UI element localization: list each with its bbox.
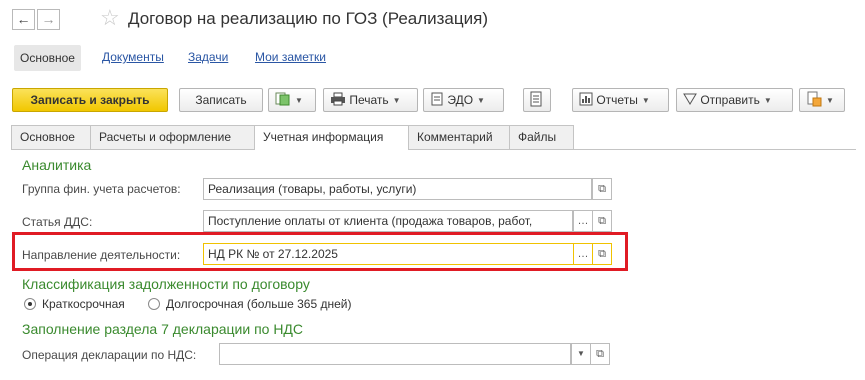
fin-group-label: Группа фин. учета расчетов: <box>22 182 181 196</box>
open-icon[interactable]: ⧉ <box>592 210 612 232</box>
arrow-right-icon: → <box>41 11 56 27</box>
more-actions-button[interactable]: ▼ <box>799 88 845 112</box>
open-icon[interactable]: ⧉ <box>590 343 610 365</box>
document-green-icon <box>275 92 290 106</box>
chevron-down-icon: ▼ <box>295 96 303 105</box>
section-tasks[interactable]: Задачи <box>188 50 228 64</box>
debt-classification-header: Классификация задолженности по договору <box>22 276 310 292</box>
document-orange-icon <box>807 91 822 107</box>
dds-label: Статья ДДС: <box>22 215 93 229</box>
vat-operation-field[interactable] <box>219 343 571 365</box>
printer-icon <box>331 92 345 106</box>
save-button[interactable]: Записать <box>179 88 263 112</box>
highlight-frame <box>12 232 628 271</box>
vat-section-header: Заполнение раздела 7 декларации по НДС <box>22 321 304 337</box>
arrow-left-icon: ← <box>16 11 31 27</box>
long-term-label[interactable]: Долгосрочная (больше 365 дней) <box>166 297 351 311</box>
window-title: Договор на реализацию по ГОЗ (Реализация… <box>128 9 488 28</box>
print-label: Печать <box>349 93 389 107</box>
star-icon[interactable]: ☆ <box>100 6 120 30</box>
send-button[interactable]: Отправить ▼ <box>676 88 793 112</box>
forward-button[interactable]: → <box>37 9 60 30</box>
reports-button[interactable]: Отчеты ▼ <box>572 88 669 112</box>
chevron-down-icon: ▼ <box>763 96 772 105</box>
tab-files[interactable]: Файлы <box>509 125 574 149</box>
chevron-down-icon: ▼ <box>641 96 650 105</box>
radio-long-term[interactable] <box>148 298 160 310</box>
dds-field[interactable]: Поступление оплаты от клиента (продажа т… <box>203 210 573 232</box>
section-main[interactable]: Основное <box>14 45 81 71</box>
back-button[interactable]: ← <box>12 9 35 30</box>
list-icon <box>530 91 542 107</box>
analytics-header: Аналитика <box>22 157 92 173</box>
tab-divider <box>11 149 856 150</box>
radio-short-term[interactable] <box>24 298 36 310</box>
section-documents[interactable]: Документы <box>102 50 164 64</box>
print-button[interactable]: Печать ▼ <box>323 88 418 112</box>
tab-comment[interactable]: Комментарий <box>408 125 510 149</box>
report-icon <box>579 92 593 106</box>
select-ellipsis-icon[interactable]: … <box>573 210 593 232</box>
tab-calculations[interactable]: Расчеты и оформление <box>90 125 255 149</box>
edo-label: ЭДО <box>447 93 474 107</box>
vat-operation-label: Операция декларации по НДС: <box>22 348 197 362</box>
reports-label: Отчеты <box>596 93 638 107</box>
short-term-label[interactable]: Краткосрочная <box>42 297 125 311</box>
chevron-down-icon: ▼ <box>392 96 401 105</box>
fin-group-field[interactable]: Реализация (товары, работы, услуги) <box>203 178 592 200</box>
open-icon[interactable]: ⧉ <box>592 178 612 200</box>
send-icon <box>683 93 697 105</box>
chevron-down-icon[interactable]: ▼ <box>571 343 591 365</box>
create-based-on-button[interactable]: ▼ <box>268 88 316 112</box>
tab-main[interactable]: Основное <box>11 125 91 149</box>
chevron-down-icon: ▼ <box>826 96 834 105</box>
section-my-notes[interactable]: Мои заметки <box>255 50 326 64</box>
edo-document-icon <box>431 92 443 106</box>
save-and-close-button[interactable]: Записать и закрыть <box>12 88 168 112</box>
tab-accounting-info[interactable]: Учетная информация <box>254 125 409 150</box>
send-label: Отправить <box>700 93 760 107</box>
edo-button[interactable]: ЭДО ▼ <box>423 88 504 112</box>
chevron-down-icon: ▼ <box>477 96 485 105</box>
list-document-button[interactable] <box>523 88 551 112</box>
